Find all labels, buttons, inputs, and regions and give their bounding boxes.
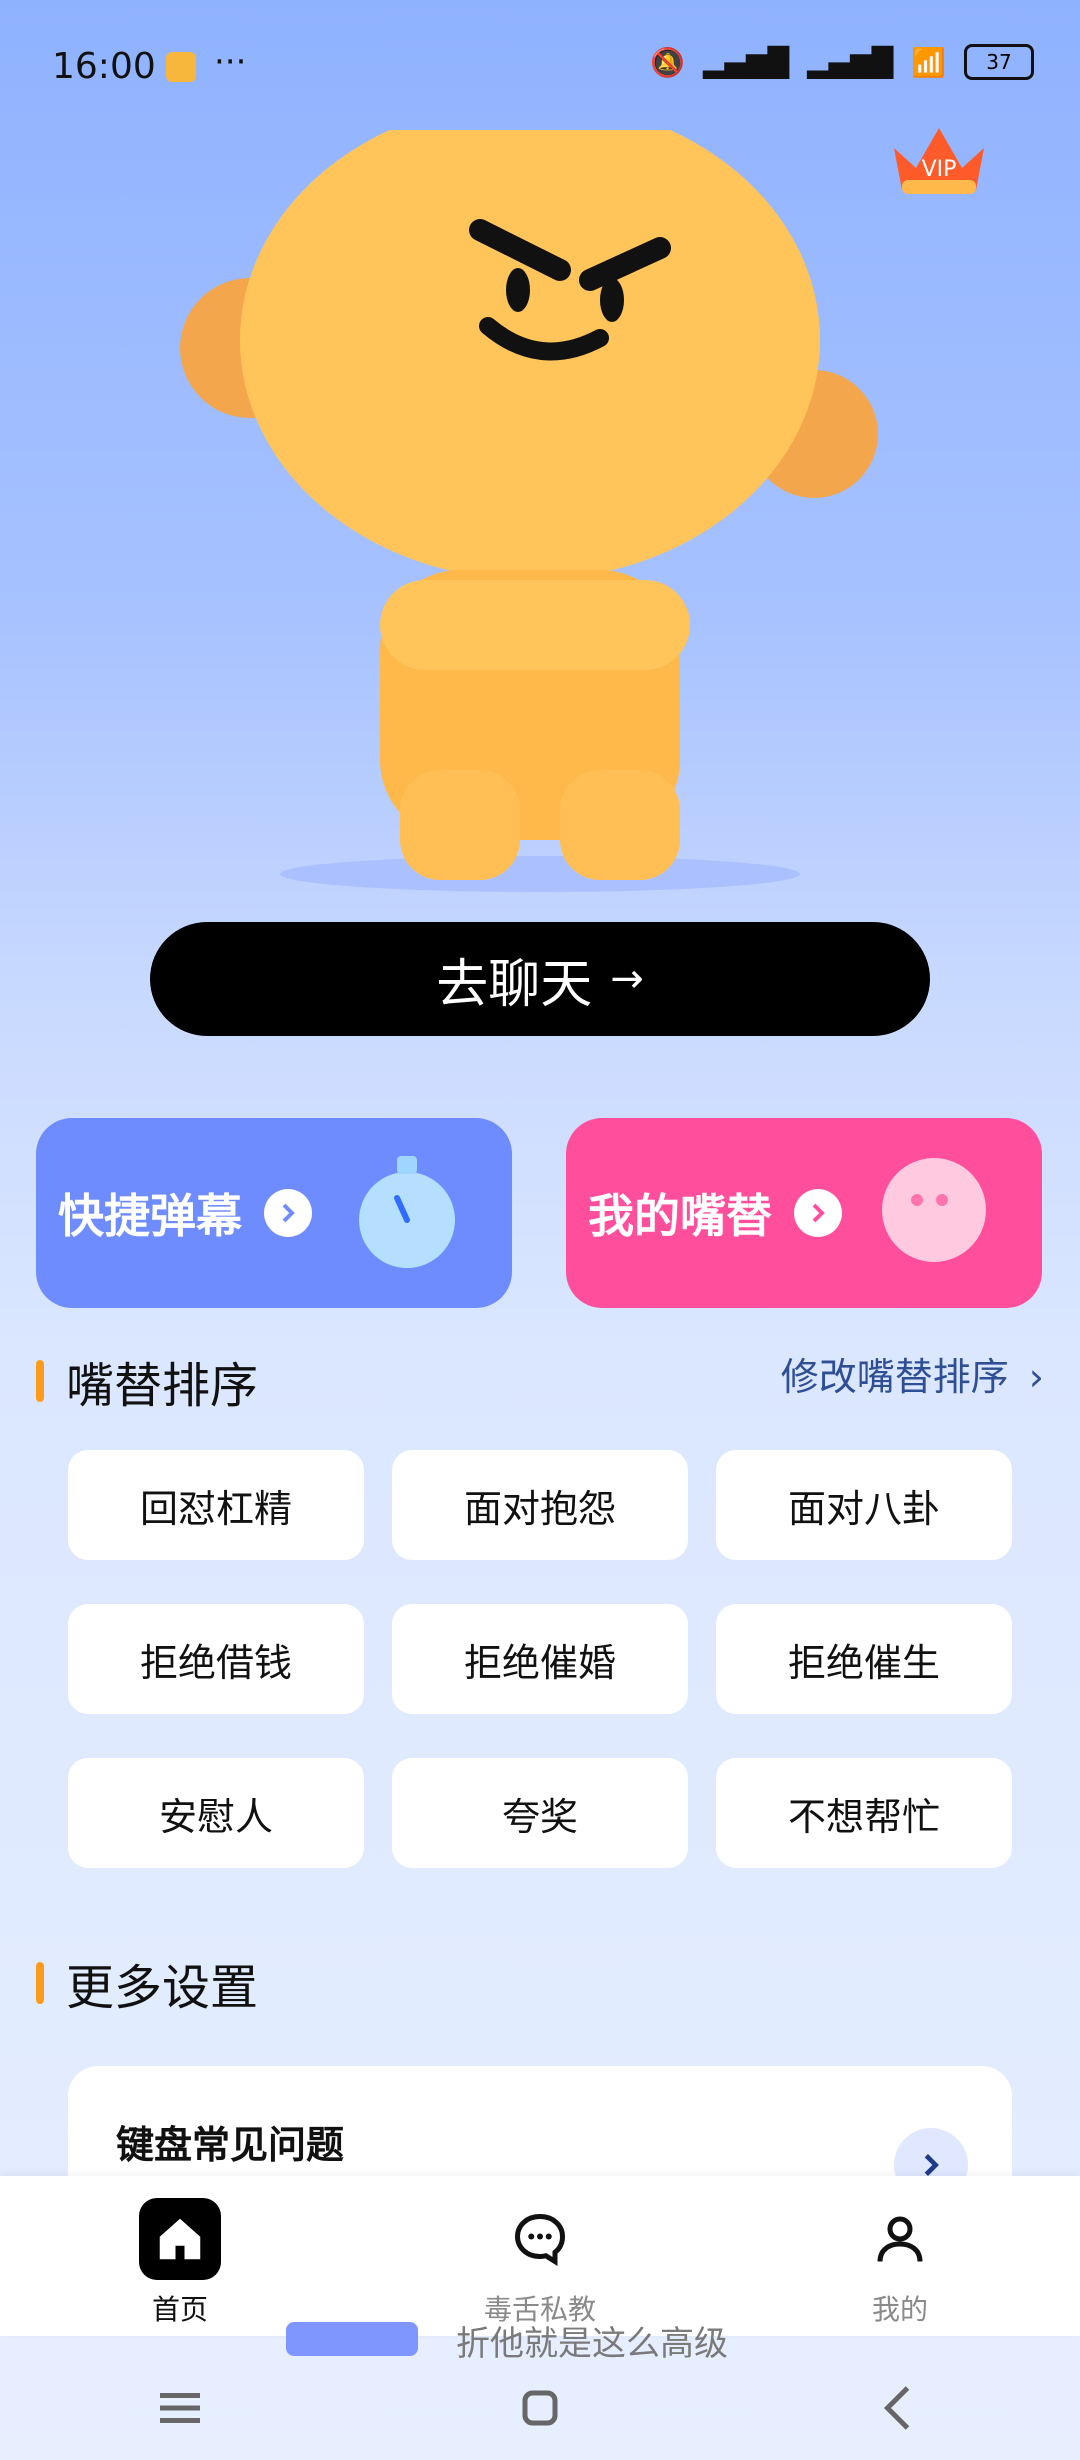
go-chat-label: 去聊天 — [436, 954, 593, 1015]
chip-label: 拒绝催生 — [787, 1640, 940, 1685]
chip-label: 面对八卦 — [787, 1486, 940, 1531]
more-notifications-icon: ··· — [214, 42, 247, 82]
back-icon[interactable] — [870, 2378, 930, 2438]
arrow-right-icon: → — [610, 956, 644, 1002]
signal-icon: ▂▄▆█ — [806, 45, 894, 79]
more-settings-title: 更多设置 — [36, 1948, 258, 2018]
mute-icon: 🔕 — [649, 45, 685, 79]
chip-item[interactable]: 拒绝借钱 — [68, 1604, 364, 1714]
bubble-icon — [882, 1158, 986, 1262]
edit-sort-link[interactable]: 修改嘴替排序 › — [781, 1346, 1044, 1401]
chip-item[interactable]: 拒绝催生 — [716, 1604, 1012, 1714]
chip-item[interactable]: 回怼杠精 — [68, 1450, 364, 1560]
chip-label: 不想帮忙 — [787, 1794, 940, 1839]
peek-thumbnail — [286, 2322, 418, 2356]
edit-sort-label: 修改嘴替排序 — [780, 1355, 1009, 1399]
chip-item[interactable]: 面对八卦 — [716, 1450, 1012, 1560]
my-mouthpiece-card[interactable]: 我的嘴替 — [566, 1118, 1042, 1308]
mascot-illustration — [180, 130, 878, 892]
chevron-right-icon — [264, 1189, 312, 1237]
status-time: 16:00 — [52, 46, 156, 87]
quick-danmaku-label: 快捷弹幕 — [58, 1189, 242, 1243]
keyboard-faq-label: 键盘常见问题 — [116, 2123, 345, 2167]
signal-5g-icon: ▂▄▆█ — [702, 45, 789, 79]
quick-danmaku-card[interactable]: 快捷弹幕 — [36, 1118, 512, 1308]
nav-home-label: 首页 — [151, 2293, 208, 2326]
chip-label: 面对抱怨 — [463, 1486, 616, 1531]
chip-item[interactable]: 面对抱怨 — [392, 1450, 688, 1560]
section-accent-bar — [36, 1962, 44, 2004]
stopwatch-icon — [359, 1156, 455, 1268]
notification-app-icon — [166, 52, 196, 82]
home-square-icon[interactable] — [510, 2378, 570, 2438]
my-mouthpiece-label: 我的嘴替 — [588, 1189, 772, 1243]
battery-icon: 37 — [964, 44, 1034, 80]
nav-coach[interactable]: 毒舌私教 — [440, 2198, 640, 2328]
system-navigation — [0, 2356, 1080, 2460]
mouthpiece-sort-label: 嘴替排序 — [66, 1358, 259, 1414]
more-settings-label: 更多设置 — [66, 1960, 259, 2016]
home-icon — [139, 2198, 221, 2280]
chip-label: 安慰人 — [158, 1794, 273, 1839]
chat-bubble-icon — [499, 2198, 581, 2280]
chevron-right-icon: › — [1028, 1355, 1044, 1399]
user-icon — [859, 2198, 941, 2280]
chevron-right-icon — [794, 1189, 842, 1237]
chip-item[interactable]: 夸奖 — [392, 1758, 688, 1868]
chip-label: 拒绝催婚 — [463, 1640, 616, 1685]
system-icons: 🔕 ▂▄▆█ ▂▄▆█ 📶 37 — [650, 42, 1034, 82]
chip-label: 回怼杠精 — [139, 1486, 292, 1531]
chip-item[interactable]: 安慰人 — [68, 1758, 364, 1868]
go-chat-button[interactable]: 去聊天 → — [150, 922, 930, 1036]
menu-icon[interactable] — [150, 2378, 210, 2438]
nav-me-label: 我的 — [871, 2293, 928, 2326]
nav-home[interactable]: 首页 — [80, 2198, 280, 2328]
chip-item[interactable]: 不想帮忙 — [716, 1758, 1012, 1868]
mouthpiece-sort-title: 嘴替排序 — [36, 1346, 258, 1416]
bottom-nav: 首页 毒舌私教 我的 — [0, 2176, 1080, 2336]
wifi-icon: 📶 — [911, 45, 946, 79]
section-accent-bar — [36, 1360, 44, 1402]
chip-label: 拒绝借钱 — [139, 1640, 292, 1685]
chip-label: 夸奖 — [501, 1794, 578, 1839]
nav-me[interactable]: 我的 — [800, 2198, 1000, 2328]
chip-item[interactable]: 拒绝催婚 — [392, 1604, 688, 1714]
